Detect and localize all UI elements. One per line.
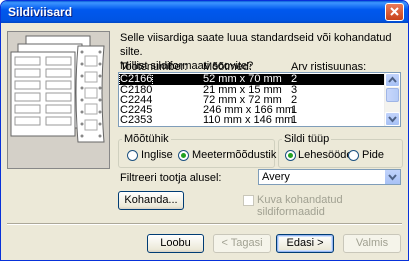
finish-button[interactable]: Valmis bbox=[343, 234, 401, 253]
list-scrollbar[interactable] bbox=[384, 73, 400, 126]
across-cell: 1 bbox=[291, 114, 298, 126]
intro-line-1: Selle viisardiga saate luua standardseid… bbox=[120, 32, 392, 58]
product-number-cell: C2353 bbox=[120, 114, 153, 126]
manufacturer-select[interactable]: Avery bbox=[258, 169, 401, 185]
close-icon bbox=[390, 7, 399, 16]
dropdown-arrow[interactable] bbox=[384, 170, 400, 184]
radio-english[interactable] bbox=[127, 150, 138, 161]
chevron-up-icon bbox=[388, 76, 397, 83]
radio-continuous[interactable] bbox=[348, 150, 359, 161]
chevron-down-icon bbox=[388, 174, 397, 181]
radio-continuous-label[interactable]: Pide bbox=[362, 149, 384, 161]
list-row[interactable]: C2353 110 mm x 146 mm 1 bbox=[119, 115, 384, 126]
next-button[interactable]: Edasi > bbox=[276, 234, 334, 253]
unit-of-measure-label: Mõõtühik bbox=[122, 133, 171, 145]
dimensions-cell: 110 mm x 146 mm bbox=[203, 114, 294, 126]
separator bbox=[7, 223, 402, 225]
window-title: Sildiviisard bbox=[8, 5, 73, 19]
title-bar[interactable]: Sildiviisard bbox=[1, 1, 408, 23]
radio-sheet-feed[interactable] bbox=[285, 150, 296, 161]
show-custom-formats-label[interactable]: Kuva kohandatud sildiformaadid bbox=[257, 194, 408, 218]
scroll-down-button[interactable] bbox=[385, 112, 400, 126]
scroll-up-button[interactable] bbox=[385, 73, 400, 87]
radio-metric-label[interactable]: Meetermõõdustik bbox=[192, 149, 276, 161]
show-custom-formats-checkbox[interactable] bbox=[243, 195, 254, 206]
label-wizard-window: Sildiviisard Selle viisardiga saate luua… bbox=[0, 0, 409, 261]
customize-button[interactable]: Kohanda... bbox=[118, 191, 184, 210]
label-sheet-illustration bbox=[7, 31, 110, 169]
label-type-label: Sildi tüüp bbox=[282, 133, 332, 145]
radio-sheet-feed-label[interactable]: Lehesööde bbox=[298, 149, 352, 161]
radio-english-label[interactable]: Inglise bbox=[141, 149, 173, 161]
radio-metric[interactable] bbox=[178, 150, 189, 161]
label-format-list[interactable]: C2166 52 mm x 70 mm 2 C2180 21 mm x 15 m… bbox=[118, 72, 401, 127]
filter-label: Filtreeri tootja alusel: bbox=[120, 172, 222, 184]
scroll-thumb[interactable] bbox=[386, 88, 399, 102]
chevron-down-icon bbox=[388, 116, 397, 123]
close-button[interactable] bbox=[385, 3, 404, 21]
cancel-button[interactable]: Loobu bbox=[147, 234, 204, 253]
manufacturer-value: Avery bbox=[262, 171, 290, 183]
back-button[interactable]: < Tagasi bbox=[213, 234, 271, 253]
